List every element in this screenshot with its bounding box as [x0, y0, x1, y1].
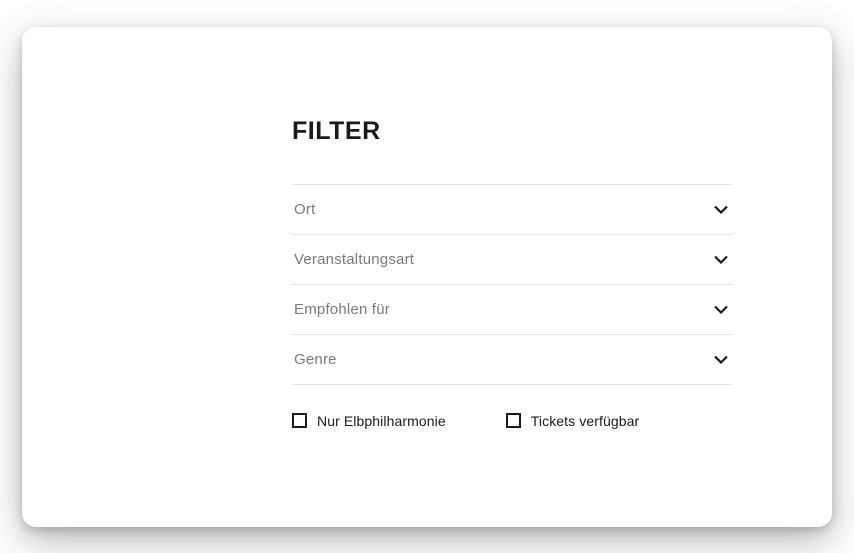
dropdown-label: Veranstaltungsart: [294, 251, 414, 268]
checkbox-row: Nur Elbphilharmonie Tickets verfügbar: [292, 413, 732, 429]
dropdown-label: Empfohlen für: [294, 301, 390, 318]
dropdown-list: Ort Veranstaltungsart Empfohlen für Genr…: [292, 184, 732, 385]
checkbox-box-icon: [292, 413, 307, 428]
dropdown-label: Genre: [294, 351, 337, 368]
chevron-down-icon: [714, 252, 728, 266]
checkbox-label: Nur Elbphilharmonie: [317, 413, 446, 429]
checkbox-tickets-verfuegbar[interactable]: Tickets verfügbar: [506, 413, 640, 429]
filter-content: FILTER Ort Veranstaltungsart Empfohlen f…: [292, 117, 732, 429]
dropdown-veranstaltungsart[interactable]: Veranstaltungsart: [292, 235, 732, 285]
filter-heading: FILTER: [292, 117, 732, 146]
chevron-down-icon: [714, 352, 728, 366]
checkbox-label: Tickets verfügbar: [531, 413, 640, 429]
checkbox-nur-elbphilharmonie[interactable]: Nur Elbphilharmonie: [292, 413, 446, 429]
chevron-down-icon: [714, 202, 728, 216]
checkbox-box-icon: [506, 413, 521, 428]
chevron-down-icon: [714, 302, 728, 316]
dropdown-label: Ort: [294, 201, 315, 218]
dropdown-ort[interactable]: Ort: [292, 185, 732, 235]
filter-card: FILTER Ort Veranstaltungsart Empfohlen f…: [22, 27, 832, 527]
dropdown-genre[interactable]: Genre: [292, 335, 732, 385]
dropdown-empfohlen-fuer[interactable]: Empfohlen für: [292, 285, 732, 335]
